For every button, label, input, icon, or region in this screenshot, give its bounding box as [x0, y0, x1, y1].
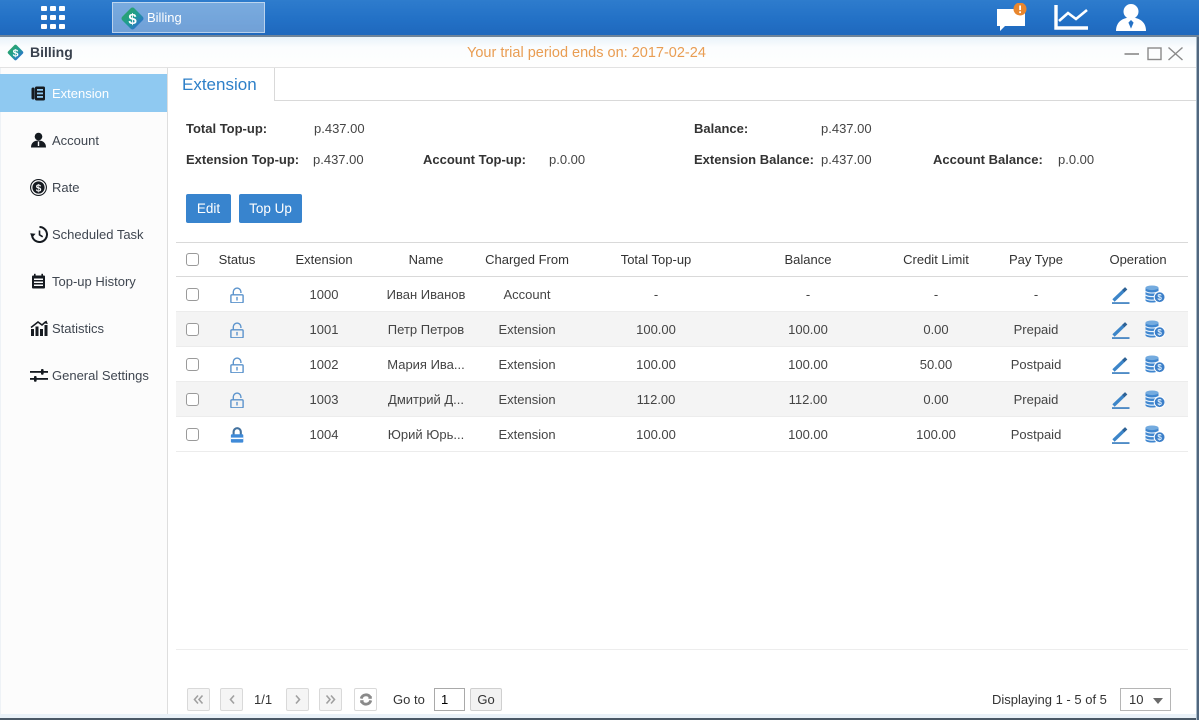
svg-text:$: $ — [128, 11, 137, 28]
svg-text:$: $ — [36, 183, 42, 194]
svg-text:$: $ — [13, 47, 19, 59]
